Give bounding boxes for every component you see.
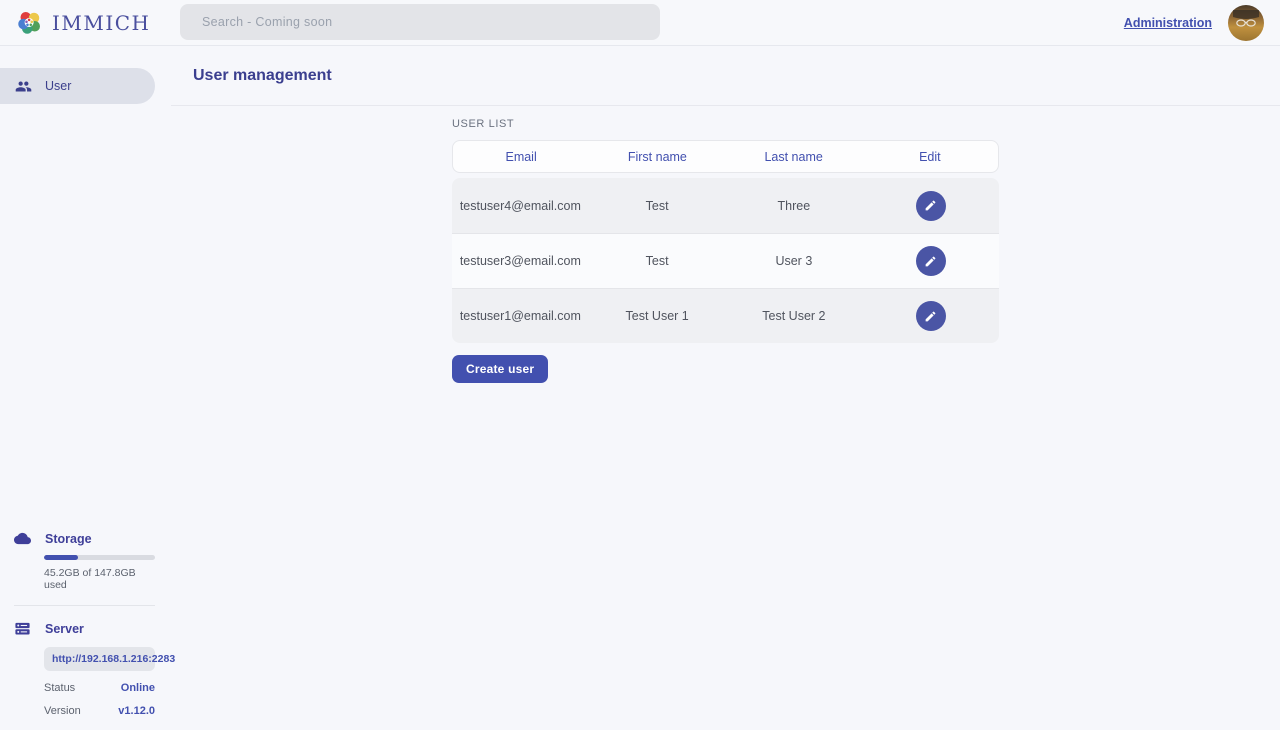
table-row: testuser1@email.com Test User 1 Test Use… <box>452 288 999 343</box>
cell-first-name: Test <box>589 199 726 213</box>
administration-link[interactable]: Administration <box>1124 16 1212 30</box>
table-header-row: Email First name Last name Edit <box>452 140 999 173</box>
table-row: testuser3@email.com Test User 3 <box>452 233 999 288</box>
server-section-header: Server <box>14 620 155 637</box>
search-input[interactable] <box>180 4 660 40</box>
column-header-last-name: Last name <box>726 150 862 164</box>
navbar-right: Administration <box>1124 5 1264 41</box>
server-icon <box>14 620 31 637</box>
user-avatar[interactable] <box>1228 5 1264 41</box>
search-bar <box>180 4 660 40</box>
storage-progress-fill <box>44 555 78 560</box>
users-group-icon <box>15 78 32 95</box>
cell-last-name: Test User 2 <box>726 309 863 323</box>
server-url-badge: http://192.168.1.216:2283 <box>44 647 155 671</box>
server-title: Server <box>45 622 84 636</box>
status-value: Online <box>121 682 155 694</box>
top-navbar: IMMICH Administration <box>0 0 1280 46</box>
cell-last-name: User 3 <box>726 254 863 268</box>
server-version-row: Version v1.12.0 <box>44 705 155 717</box>
cloud-icon <box>14 530 31 547</box>
brand[interactable]: IMMICH <box>16 9 151 36</box>
cell-first-name: Test <box>589 254 726 268</box>
column-header-email: Email <box>453 150 589 164</box>
sidebar-divider <box>14 605 155 606</box>
sidebar-item-user[interactable]: User <box>0 68 155 104</box>
status-label: Status <box>44 682 75 694</box>
storage-usage-text: 45.2GB of 147.8GB used <box>44 567 155 591</box>
version-value: v1.12.0 <box>118 705 155 717</box>
version-label: Version <box>44 705 81 717</box>
server-status-row: Status Online <box>44 682 155 694</box>
storage-progress-bar <box>44 555 155 560</box>
main-area: User management USER LIST Email First na… <box>171 46 1280 730</box>
brand-wordmark: IMMICH <box>52 11 151 35</box>
page-title: User management <box>193 67 332 85</box>
pencil-icon <box>924 310 937 323</box>
sidebar-item-user-label: User <box>45 79 71 93</box>
sidebar-footer: Storage 45.2GB of 147.8GB used <box>14 530 155 717</box>
cell-first-name: Test User 1 <box>589 309 726 323</box>
edit-user-button[interactable] <box>916 301 946 331</box>
sidebar: User Storage 45.2GB of 147.8GB used <box>0 46 171 730</box>
cell-email: testuser4@email.com <box>452 199 589 213</box>
cell-last-name: Three <box>726 199 863 213</box>
immich-logo-icon <box>16 9 43 36</box>
user-table: testuser4@email.com Test Three <box>452 178 999 343</box>
storage-section-header: Storage <box>14 530 155 547</box>
storage-title: Storage <box>45 532 92 546</box>
table-row: testuser4@email.com Test Three <box>452 178 999 233</box>
user-list-label: USER LIST <box>452 118 999 130</box>
avatar-glasses-graphic <box>1233 10 1259 36</box>
user-list-section: USER LIST Email First name Last name Edi… <box>452 106 999 383</box>
pencil-icon <box>924 199 937 212</box>
pencil-icon <box>924 255 937 268</box>
cell-email: testuser1@email.com <box>452 309 589 323</box>
page-header: User management <box>171 46 1280 106</box>
column-header-first-name: First name <box>589 150 725 164</box>
create-user-button[interactable]: Create user <box>452 355 548 383</box>
column-header-edit: Edit <box>862 150 998 164</box>
immich-admin-page: IMMICH Administration <box>0 0 1280 730</box>
edit-user-button[interactable] <box>916 191 946 221</box>
edit-user-button[interactable] <box>916 246 946 276</box>
cell-email: testuser3@email.com <box>452 254 589 268</box>
